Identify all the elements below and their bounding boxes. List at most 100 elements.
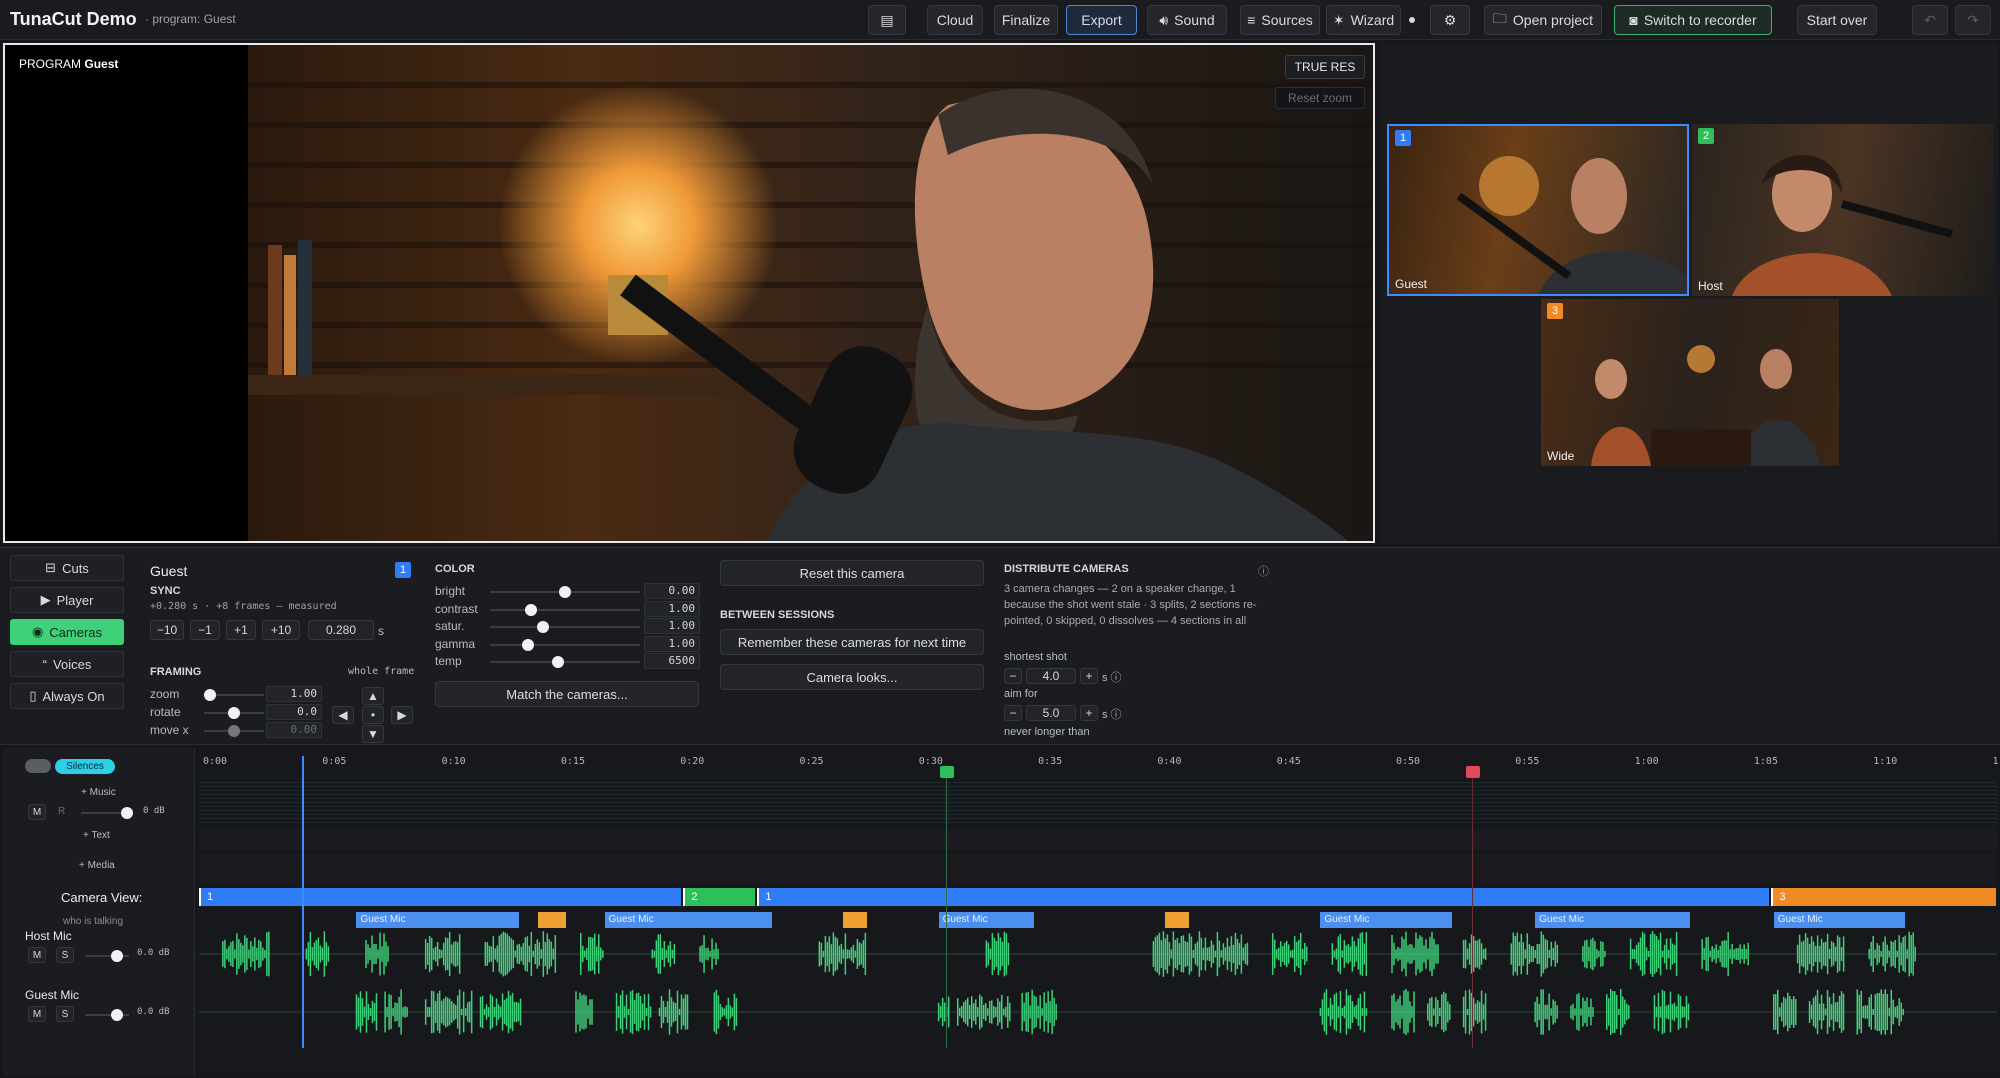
settings-button[interactable]: ⚙ (1430, 5, 1470, 35)
color-slider[interactable] (490, 638, 640, 651)
slider-thumb[interactable] (204, 689, 216, 701)
cloud-button[interactable]: Cloud (927, 5, 983, 35)
add-media-button[interactable]: + Media (79, 860, 115, 871)
open-project-button[interactable]: 🗀 Open project (1484, 5, 1602, 35)
color-slider[interactable] (490, 621, 640, 633)
move-up-button[interactable]: ▲ (362, 687, 384, 705)
finalize-button[interactable]: Finalize (994, 5, 1058, 35)
framing-move-x-slider[interactable] (204, 725, 264, 737)
wizard-button[interactable]: ✶ Wizard (1326, 5, 1401, 35)
slider-thumb[interactable] (559, 586, 571, 598)
framing-zoom-slider[interactable] (204, 689, 264, 701)
sidebar-item-voices[interactable]: “ Voices (10, 651, 124, 677)
true-res-button[interactable]: TRUE RES (1285, 55, 1365, 79)
framing-rotate-value[interactable]: 0.0 (266, 704, 322, 720)
nudge-minus-10-button[interactable]: −10 (150, 620, 184, 640)
color-slider[interactable] (490, 603, 640, 616)
camera-view-lane[interactable]: 1213 (199, 888, 1997, 906)
camera-segment[interactable]: 1 (199, 888, 682, 906)
undo-button[interactable]: ↶ (1912, 5, 1948, 35)
camera-thumb-wide[interactable]: 3 Wide (1541, 299, 1839, 466)
sound-button[interactable]: 🔊︎ Sound (1147, 5, 1227, 35)
playhead[interactable] (302, 756, 304, 1048)
framing-zoom-value[interactable]: 1.00 (266, 686, 322, 702)
camera-thumb-host[interactable]: 2 Host (1692, 124, 1994, 296)
shortest-minus-button[interactable]: − (1004, 668, 1022, 684)
start-over-button[interactable]: Start over (1797, 5, 1877, 35)
music-volume-slider[interactable] (81, 807, 133, 819)
host-mic-volume-slider[interactable] (85, 950, 129, 962)
timeline-lanes[interactable]: 0:00 0:05 0:10 0:15 0:20 0:25 0:30 0:35 0:40 0:45… (199, 748, 2000, 1075)
text-lane[interactable] (199, 830, 1997, 850)
program-monitor[interactable]: PROGRAM Guest TRUE RES Reset zoom (3, 43, 1375, 543)
guest-mic-volume-slider[interactable] (85, 1009, 129, 1021)
sidebar-item-player[interactable]: ▶ Player (10, 587, 124, 613)
slider-thumb[interactable] (521, 638, 534, 651)
camera-segment[interactable]: 2 (683, 888, 756, 906)
add-music-button[interactable]: + Music (81, 787, 116, 798)
slider-thumb[interactable] (536, 621, 549, 633)
sidebar-item-cameras[interactable]: ◉ Cameras (10, 619, 124, 645)
camera-thumb-guest[interactable]: 1 Guest (1387, 124, 1689, 296)
color-value[interactable]: 6500 (644, 653, 700, 669)
camera-segment[interactable]: 1 (757, 888, 1770, 906)
silences-toggle[interactable] (25, 759, 51, 773)
guest-mic-waveform[interactable] (199, 984, 1997, 1040)
timeline[interactable]: Silences + Music M R 0 dB + Text + Media… (3, 748, 2000, 1075)
move-right-button[interactable]: ▶ (391, 706, 413, 724)
marker-flag-red[interactable] (1466, 766, 1480, 778)
list-button[interactable]: ▤ (868, 5, 906, 35)
add-text-button[interactable]: + Text (83, 830, 110, 841)
host-mic-mute-button[interactable]: M (28, 947, 46, 963)
sidebar-item-always-on[interactable]: ▯ Always On (10, 683, 124, 709)
move-down-button[interactable]: ▼ (362, 725, 384, 743)
color-slider[interactable] (490, 656, 640, 668)
nudge-plus-1-button[interactable]: +1 (226, 620, 256, 640)
framing-rotate-slider[interactable] (204, 707, 264, 719)
color-value[interactable]: 1.00 (644, 600, 700, 617)
silences-badge[interactable]: Silences (55, 759, 115, 774)
sync-offset-input[interactable]: 0.280 (308, 620, 374, 640)
guest-mic-solo-button[interactable]: S (56, 1006, 74, 1022)
camera-segment[interactable]: 3 (1771, 888, 1997, 906)
framing-move-x-value[interactable]: 0.00 (266, 722, 322, 738)
music-record-button[interactable]: R (58, 806, 65, 817)
move-left-button[interactable]: ◀ (332, 706, 354, 724)
shortest-plus-button[interactable]: + (1080, 668, 1098, 684)
slider-thumb[interactable] (524, 603, 537, 616)
export-button[interactable]: Export (1066, 5, 1137, 35)
aim-minus-button[interactable]: − (1004, 705, 1022, 721)
move-center-button[interactable]: • (362, 706, 384, 724)
sidebar-item-cuts[interactable]: ⊟ Cuts (10, 555, 124, 581)
host-mic-waveform[interactable] (199, 926, 1997, 982)
sources-button[interactable]: ≡ Sources (1240, 5, 1320, 35)
host-mic-solo-button[interactable]: S (56, 947, 74, 963)
aim-value-input[interactable]: 5.0 (1026, 705, 1076, 721)
guest-mic-mute-button[interactable]: M (28, 1006, 46, 1022)
match-cameras-button[interactable]: Match the cameras... (435, 681, 699, 707)
slider-thumb[interactable] (111, 1009, 123, 1021)
slider-thumb[interactable] (551, 656, 564, 668)
camera-looks-button[interactable]: Camera looks... (720, 664, 984, 690)
reset-zoom-button[interactable]: Reset zoom (1275, 87, 1365, 109)
slider-thumb[interactable] (228, 725, 240, 737)
nudge-plus-10-button[interactable]: +10 (262, 620, 300, 640)
slider-thumb[interactable] (121, 807, 133, 819)
redo-button[interactable]: ↷ (1955, 5, 1991, 35)
shortest-value-input[interactable]: 4.0 (1026, 668, 1076, 684)
slider-thumb[interactable] (111, 950, 123, 962)
remember-cameras-button[interactable]: Remember these cameras for next time (720, 629, 984, 655)
slider-thumb[interactable] (228, 707, 240, 719)
color-value[interactable]: 0.00 (644, 583, 700, 599)
media-lane[interactable] (199, 854, 1997, 884)
aim-plus-button[interactable]: + (1080, 705, 1098, 721)
marker-flag-green[interactable] (940, 766, 954, 778)
color-slider[interactable] (490, 586, 640, 598)
time-ruler[interactable]: 0:00 0:05 0:10 0:15 0:20 0:25 0:30 0:35 0:40 0:45… (199, 756, 2000, 772)
music-mute-button[interactable]: M (28, 804, 46, 820)
distribute-info-icon[interactable]: ⓘ (1258, 563, 1269, 579)
nudge-minus-1-button[interactable]: −1 (190, 620, 220, 640)
reset-camera-button[interactable]: Reset this camera (720, 560, 984, 586)
color-value[interactable]: 1.00 (644, 635, 700, 652)
color-value[interactable]: 1.00 (644, 618, 700, 634)
